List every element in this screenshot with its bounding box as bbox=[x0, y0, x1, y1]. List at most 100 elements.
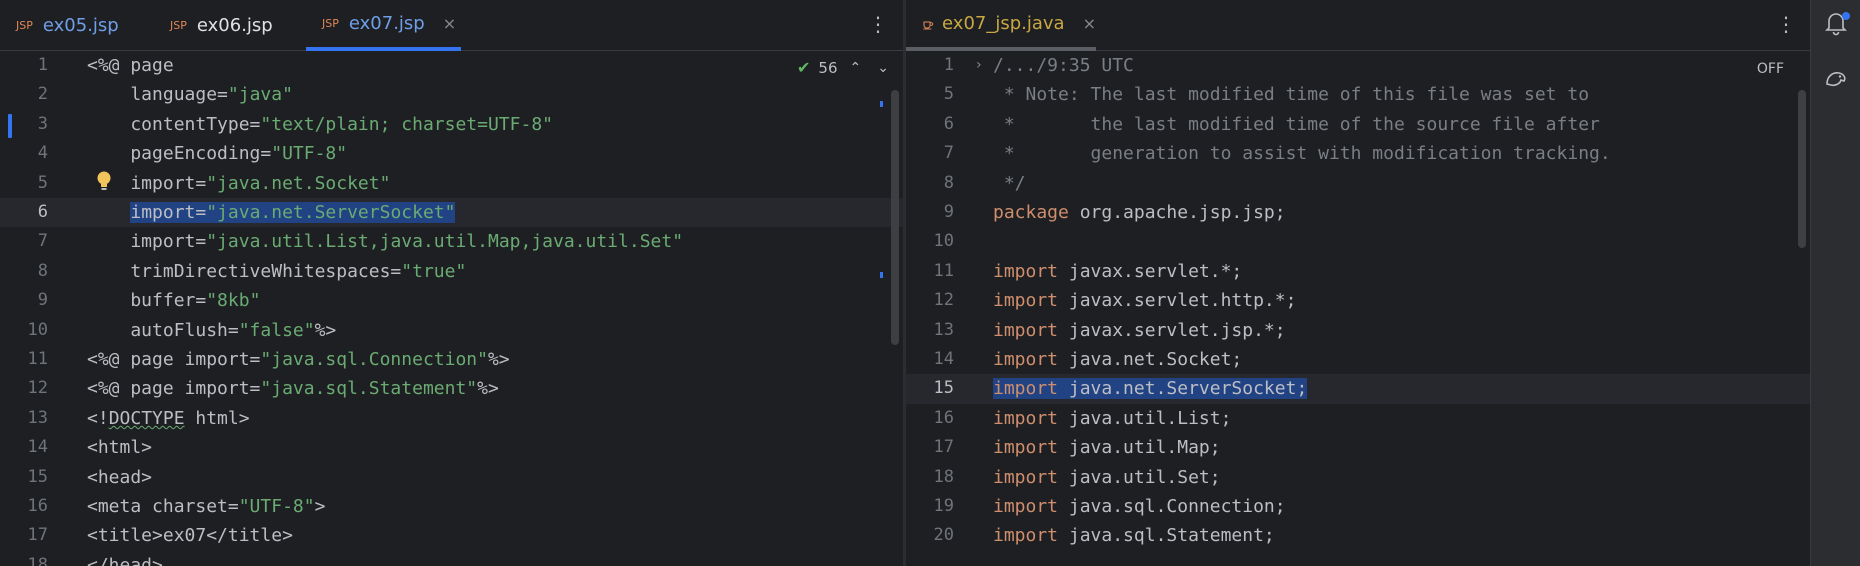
code-line[interactable]: 1 <%@ page bbox=[0, 51, 903, 80]
code-line[interactable]: 6 import="java.net.ServerSocket" bbox=[0, 198, 903, 228]
java-code-editor[interactable]: 1 › /.../9:35 UTC 5 * Note: The last modifi… bbox=[906, 51, 1810, 566]
code-token: <%@ page import= bbox=[87, 378, 261, 400]
tab-options-icon[interactable]: ⋮ bbox=[868, 12, 888, 38]
code-line[interactable]: 5 import="java.net.Socket" bbox=[0, 169, 903, 198]
line-number[interactable]: 12 bbox=[0, 374, 48, 403]
error-stripe-marker[interactable] bbox=[880, 272, 883, 278]
line-number[interactable]: 17 bbox=[0, 521, 48, 550]
line-number[interactable]: 1 bbox=[906, 51, 954, 80]
code-text: language="java" bbox=[87, 80, 293, 109]
line-number[interactable]: 10 bbox=[906, 227, 954, 256]
previous-highlight-icon[interactable]: ⌃ bbox=[846, 60, 866, 76]
code-line[interactable]: 9 buffer="8kb" bbox=[0, 286, 903, 315]
code-line[interactable]: 13 import javax.servlet.jsp.*; bbox=[906, 316, 1810, 345]
line-number[interactable]: 11 bbox=[0, 345, 48, 374]
line-number[interactable]: 9 bbox=[906, 198, 954, 227]
code-line[interactable]: 19 import java.sql.Connection; bbox=[906, 492, 1810, 521]
code-line[interactable]: 5 * Note: The last modified time of this… bbox=[906, 80, 1810, 109]
code-line[interactable]: 8 */ bbox=[906, 169, 1810, 198]
tab-ex07-jsp[interactable]: JSP ex07.jsp × bbox=[306, 0, 461, 51]
line-number[interactable]: 19 bbox=[906, 492, 954, 521]
code-line[interactable]: 7 * generation to assist with modificati… bbox=[906, 139, 1810, 168]
line-number[interactable]: 9 bbox=[0, 286, 48, 315]
line-number[interactable]: 11 bbox=[906, 257, 954, 286]
code-line[interactable]: 14 <html> bbox=[0, 433, 903, 462]
line-number[interactable]: 7 bbox=[906, 139, 954, 168]
line-number[interactable]: 6 bbox=[906, 110, 954, 139]
line-number[interactable]: 20 bbox=[906, 521, 954, 550]
code-line[interactable]: 7 import="java.util.List,java.util.Map,j… bbox=[0, 227, 903, 256]
code-line[interactable]: 2 language="java" bbox=[0, 80, 903, 109]
right-scrollbar[interactable] bbox=[1798, 90, 1806, 248]
close-icon[interactable]: × bbox=[443, 14, 456, 33]
code-line[interactable]: 17 import java.util.Map; bbox=[906, 433, 1810, 462]
tab-options-icon[interactable]: ⋮ bbox=[1776, 12, 1796, 38]
code-line[interactable]: 12 <%@ page import="java.sql.Statement"%> bbox=[0, 374, 903, 403]
inspection-widget[interactable]: ✔ 56 ⌃ ⌄ bbox=[797, 58, 893, 77]
code-text: import java.util.Map; bbox=[993, 433, 1221, 462]
line-number[interactable]: 13 bbox=[0, 404, 48, 433]
code-token: html> bbox=[184, 407, 250, 429]
tab-ex07-jsp-java[interactable]: ex07_jsp.java × bbox=[906, 0, 1096, 51]
line-number[interactable]: 15 bbox=[906, 374, 954, 403]
tab-ex06-jsp[interactable]: JSP ex06.jsp bbox=[154, 0, 273, 51]
next-highlight-icon[interactable]: ⌄ bbox=[873, 60, 893, 76]
line-number[interactable]: 5 bbox=[906, 80, 954, 109]
code-token: <head> bbox=[87, 466, 153, 488]
line-number[interactable]: 13 bbox=[906, 316, 954, 345]
code-line[interactable]: 15 <head> bbox=[0, 463, 903, 492]
line-number[interactable]: 14 bbox=[906, 345, 954, 374]
code-line[interactable]: 11 <%@ page import="java.sql.Connection"%… bbox=[0, 345, 903, 374]
code-line[interactable]: 1 › /.../9:35 UTC bbox=[906, 51, 1810, 80]
tab-ex05-jsp[interactable]: JSP ex05.jsp bbox=[0, 0, 119, 51]
code-line[interactable]: 20 import java.sql.Statement; bbox=[906, 521, 1810, 550]
code-line[interactable]: 13 <!DOCTYPE html> bbox=[0, 404, 903, 433]
line-number[interactable]: 5 bbox=[0, 169, 48, 198]
line-number[interactable]: 16 bbox=[906, 404, 954, 433]
reader-mode-toggle[interactable]: OFF bbox=[1757, 61, 1784, 77]
line-number[interactable]: 12 bbox=[906, 286, 954, 315]
line-number[interactable]: 17 bbox=[906, 433, 954, 462]
code-line[interactable]: 6 * the last modified time of the source… bbox=[906, 110, 1810, 139]
code-line[interactable]: 18 import java.util.Set; bbox=[906, 463, 1810, 492]
code-line[interactable]: 9 package org.apache.jsp.jsp; bbox=[906, 198, 1810, 227]
line-number[interactable]: 10 bbox=[0, 316, 48, 345]
line-number[interactable]: 7 bbox=[0, 227, 48, 256]
code-line[interactable]: 16 <meta charset="UTF-8"> bbox=[0, 492, 903, 521]
ai-assistant-icon[interactable] bbox=[1823, 66, 1849, 92]
code-text: * Note: The last modified time of this f… bbox=[993, 80, 1589, 109]
code-line[interactable]: 11 import javax.servlet.*; bbox=[906, 257, 1810, 286]
close-icon[interactable]: × bbox=[1083, 14, 1096, 33]
code-line[interactable]: 10 autoFlush="false"%> bbox=[0, 316, 903, 345]
code-text: <%@ page import="java.sql.Connection"%> bbox=[87, 345, 510, 374]
line-number[interactable]: 15 bbox=[0, 463, 48, 492]
vcs-change-marker[interactable] bbox=[8, 114, 12, 138]
line-number[interactable]: 16 bbox=[0, 492, 48, 521]
code-line[interactable]: 14 import java.net.Socket; bbox=[906, 345, 1810, 374]
code-line[interactable]: 17 <title>ex07</title> bbox=[0, 521, 903, 550]
line-number[interactable]: 1 bbox=[0, 51, 48, 80]
line-number[interactable]: 8 bbox=[0, 257, 48, 286]
code-token: package bbox=[993, 202, 1069, 223]
line-number[interactable]: 14 bbox=[0, 433, 48, 462]
error-stripe-marker[interactable] bbox=[880, 101, 883, 107]
line-number[interactable]: 18 bbox=[906, 463, 954, 492]
code-line[interactable]: 18 </head> bbox=[0, 551, 903, 566]
line-number[interactable]: 4 bbox=[0, 139, 48, 168]
left-scrollbar[interactable] bbox=[891, 90, 899, 345]
code-line[interactable]: 16 import java.util.List; bbox=[906, 404, 1810, 433]
code-line[interactable]: 8 trimDirectiveWhitespaces="true" bbox=[0, 257, 903, 286]
line-number[interactable]: 8 bbox=[906, 169, 954, 198]
line-number[interactable]: 6 bbox=[0, 198, 48, 227]
lightbulb-icon[interactable] bbox=[96, 170, 112, 192]
code-token: <%@ page bbox=[87, 55, 174, 76]
fold-expand-icon[interactable]: › bbox=[976, 51, 982, 80]
jsp-code-editor[interactable]: 1 <%@ page 2 language="java" 3 contentType=… bbox=[0, 51, 903, 566]
code-line[interactable]: 15 import java.net.ServerSocket; bbox=[906, 374, 1810, 404]
code-line[interactable]: 3 contentType="text/plain; charset=UTF-8… bbox=[0, 110, 903, 139]
code-line[interactable]: 12 import javax.servlet.http.*; bbox=[906, 286, 1810, 315]
line-number[interactable]: 18 bbox=[0, 551, 48, 566]
line-number[interactable]: 2 bbox=[0, 80, 48, 109]
code-line[interactable]: 4 pageEncoding="UTF-8" bbox=[0, 139, 903, 168]
code-line[interactable]: 10 bbox=[906, 227, 1810, 256]
